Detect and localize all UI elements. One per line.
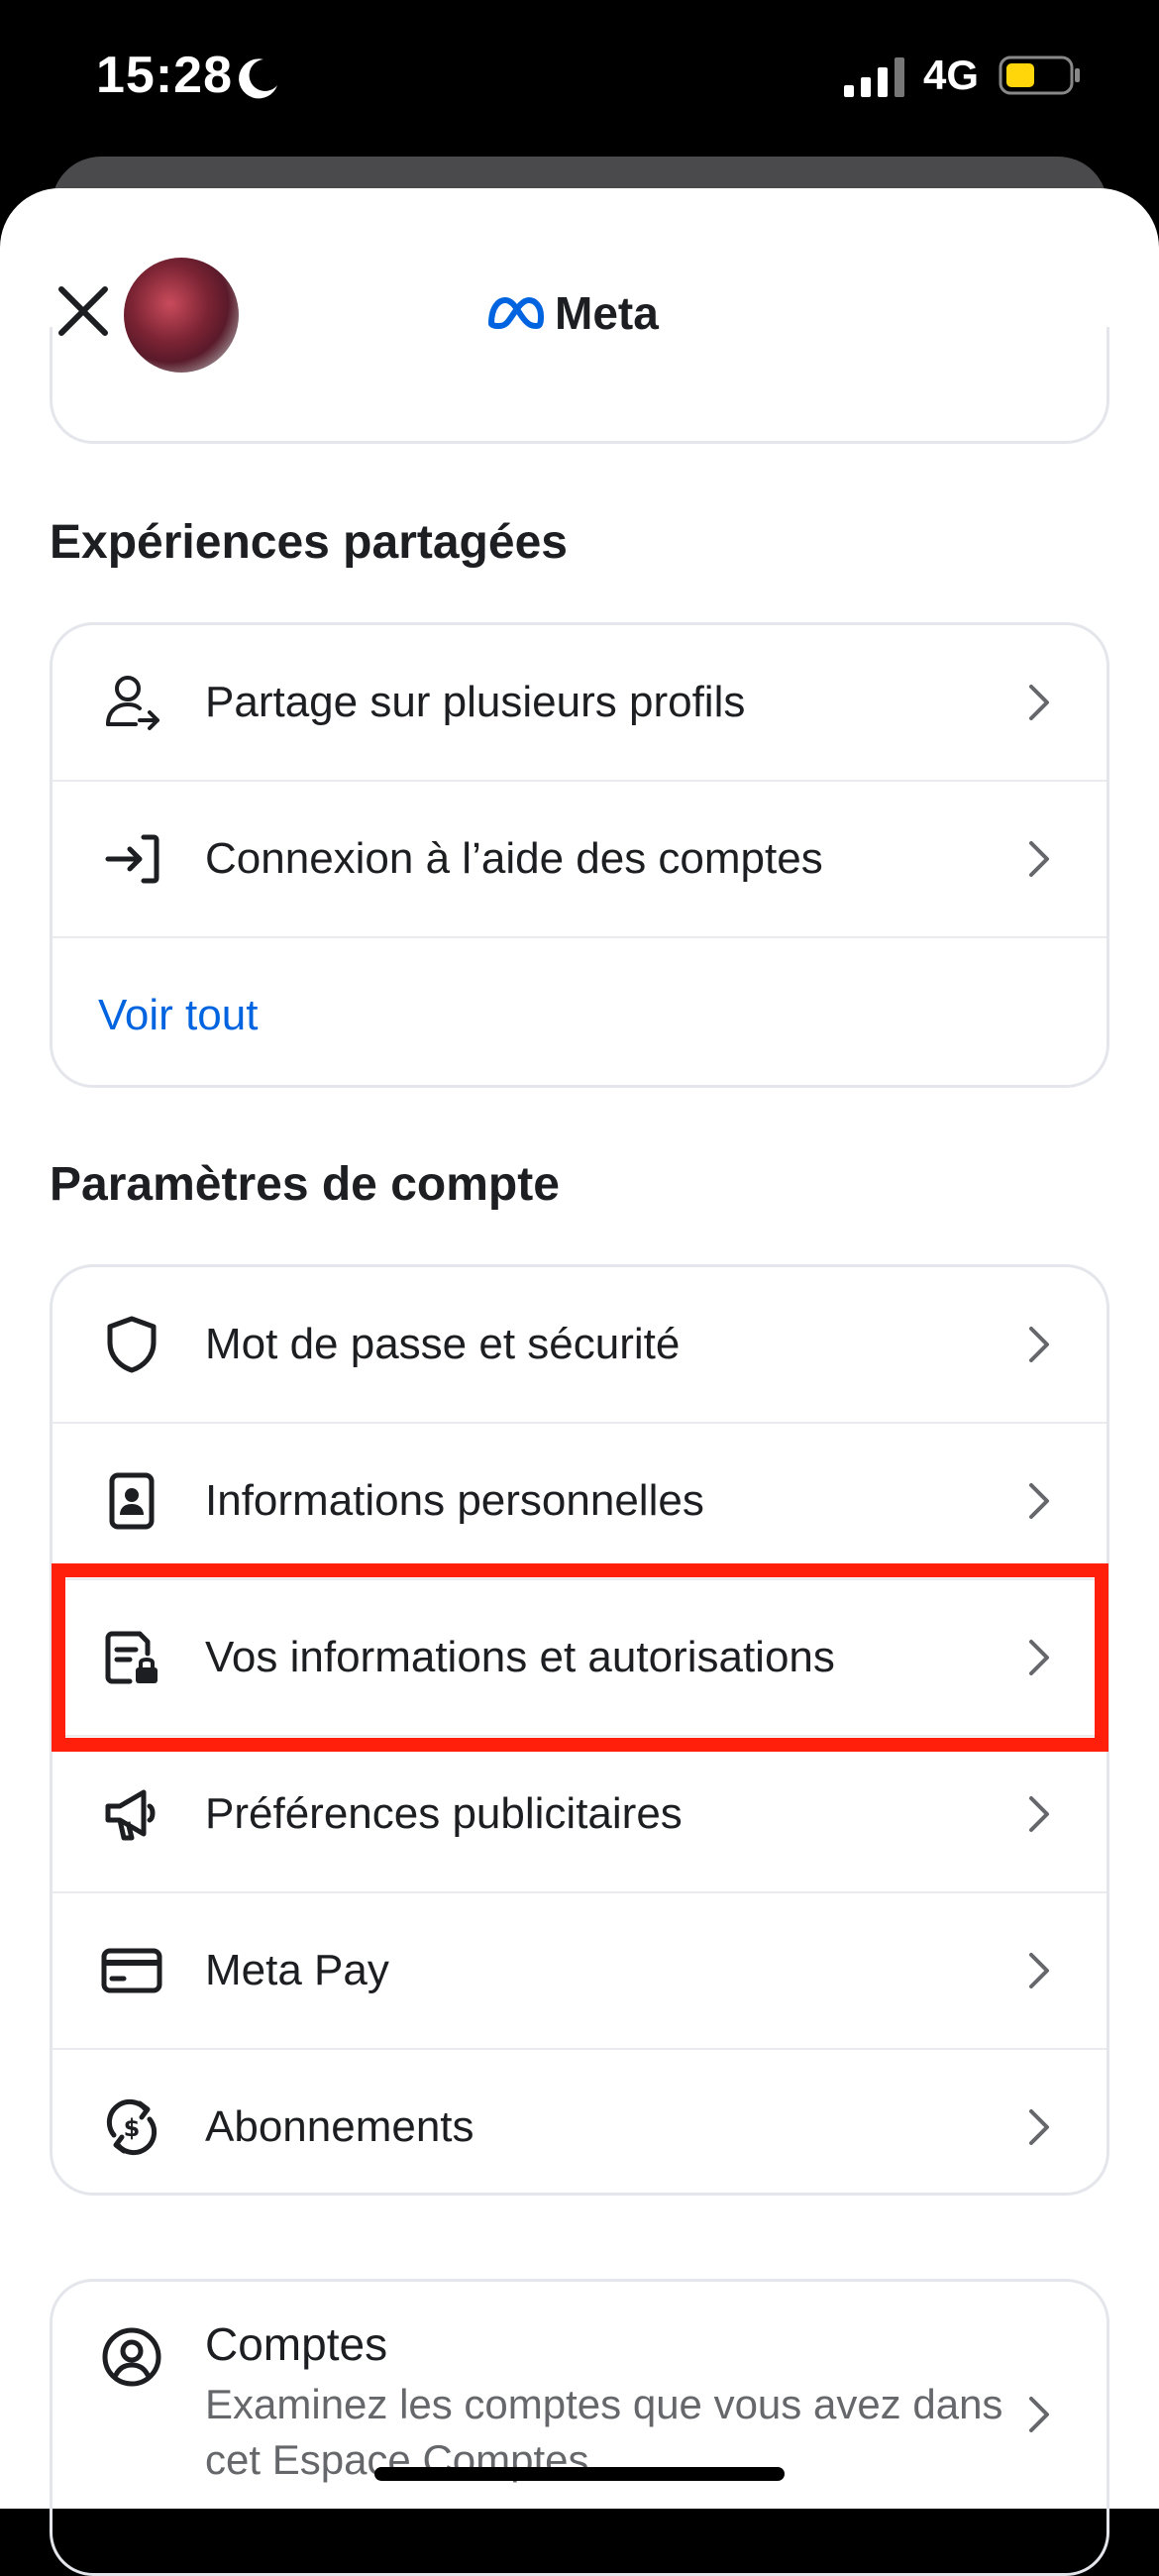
user-circle-icon	[102, 2327, 161, 2387]
row-label: Abonnements	[205, 2102, 474, 2151]
row-label: Vos informations et autorisations	[205, 1633, 835, 1681]
section-title-account-settings: Paramètres de compte	[50, 1158, 560, 1211]
chevron-right-icon	[1029, 1953, 1049, 1988]
chevron-right-icon	[1029, 685, 1049, 720]
chevron-right-icon	[1029, 1483, 1049, 1519]
row-label: Mot de passe et sécurité	[205, 1320, 681, 1368]
id-card-icon	[109, 1472, 155, 1530]
shared-experiences-card: Partage sur plusieurs profils Connexion …	[50, 622, 1109, 1088]
row-see-all[interactable]: Voir tout	[53, 938, 1106, 1093]
chevron-right-icon	[1029, 1327, 1049, 1362]
profile-card[interactable]	[50, 258, 1109, 444]
moon-icon	[239, 58, 277, 99]
see-all-link[interactable]: Voir tout	[98, 991, 258, 1040]
home-indicator	[374, 2467, 785, 2481]
status-time: 15:28	[96, 47, 233, 104]
subscription-dollar-icon: $	[106, 2098, 158, 2156]
profile-share-icon	[106, 676, 159, 730]
row-label: Informations personnelles	[205, 1476, 704, 1525]
network-type: 4G	[923, 52, 980, 98]
accounts-card[interactable]: Comptes Examinez les comptes que vous av…	[50, 2279, 1109, 2576]
row-label: Préférences publicitaires	[205, 1789, 683, 1838]
row-label: Partage sur plusieurs profils	[205, 678, 746, 726]
row-meta-pay[interactable]: Meta Pay	[53, 1893, 1106, 2050]
row-your-info-permissions[interactable]: Vos informations et autorisations	[53, 1580, 1106, 1737]
row-personal-info[interactable]: Informations personnelles	[53, 1424, 1106, 1580]
shield-icon	[107, 1316, 157, 1373]
document-lock-icon	[105, 1631, 158, 1684]
login-arrow-icon	[105, 834, 159, 884]
status-bar: 15:28 4G	[0, 0, 1159, 159]
chevron-right-icon	[1029, 2397, 1049, 2432]
row-account-login[interactable]: Connexion à l’aide des comptes	[53, 782, 1106, 938]
svg-text:$: $	[124, 2114, 141, 2142]
accounts-title: Comptes	[205, 2318, 388, 2370]
chevron-right-icon	[1029, 1796, 1049, 1832]
meta-logo-icon	[488, 297, 544, 329]
section-title-shared: Expériences partagées	[50, 516, 568, 569]
credit-card-icon	[101, 1948, 162, 1993]
chevron-right-icon	[1029, 2109, 1049, 2145]
row-label: Connexion à l’aide des comptes	[205, 834, 823, 883]
signal-icon	[844, 57, 904, 97]
account-settings-card: Mot de passe et sécurité Informations pe…	[50, 1264, 1109, 2196]
row-multi-profile-sharing[interactable]: Partage sur plusieurs profils	[53, 625, 1106, 782]
row-label: Meta Pay	[205, 1946, 389, 1994]
battery-icon	[999, 55, 1080, 95]
avatar	[124, 258, 239, 373]
chevron-right-icon	[1029, 841, 1049, 877]
row-password-security[interactable]: Mot de passe et sécurité	[53, 1267, 1106, 1424]
megaphone-icon	[105, 1789, 156, 1841]
row-ad-preferences[interactable]: Préférences publicitaires	[53, 1737, 1106, 1893]
chevron-right-icon	[1029, 1640, 1049, 1675]
row-subscriptions[interactable]: $ Abonnements	[53, 2050, 1106, 2204]
